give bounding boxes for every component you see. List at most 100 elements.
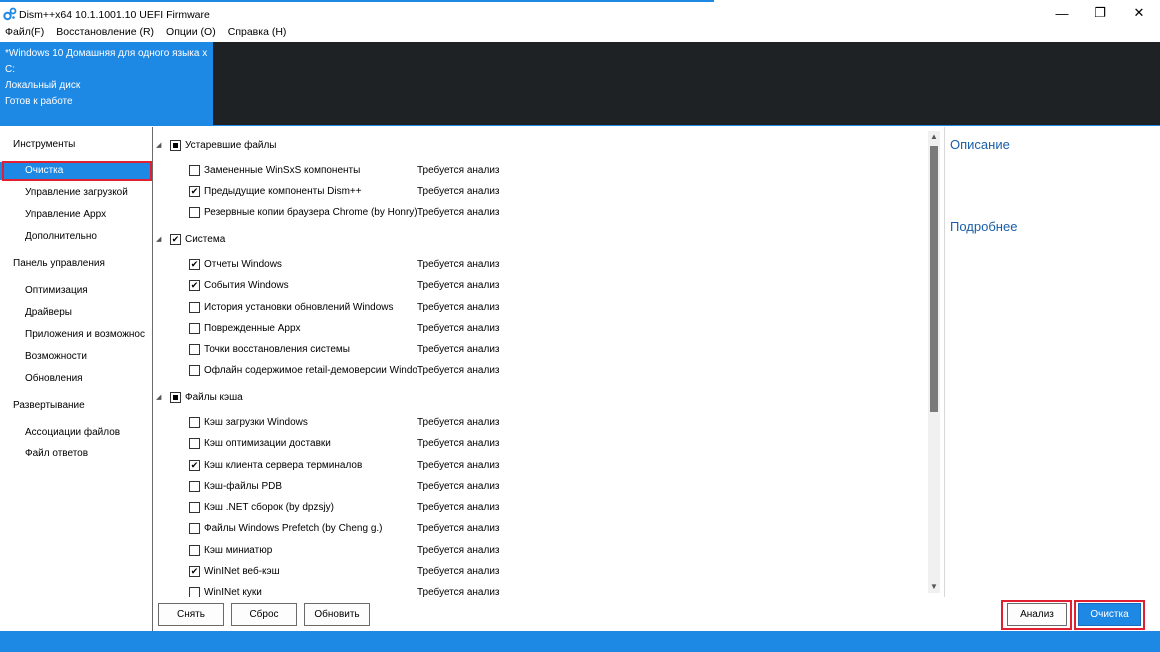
list-item[interactable]: ✔ WinINet веб-кэш Требуется анализ	[189, 563, 527, 579]
list-item[interactable]: ✔ Кэш клиента сервера терминалов Требует…	[189, 457, 527, 473]
item-label: Кэш .NET сборок (by dpzsjy)	[204, 501, 335, 513]
sidebar-item-file-associations[interactable]: Ассоциации файлов	[25, 427, 151, 438]
item-checkbox[interactable]	[189, 301, 200, 313]
session-panel[interactable]: *Windows 10 Домашняя для одного языка x …	[0, 42, 213, 126]
maximize-button[interactable]: ❐	[1078, 0, 1122, 26]
item-checkbox[interactable]: ✔	[189, 565, 200, 577]
item-checkbox[interactable]	[189, 480, 200, 492]
item-status: Требуется анализ	[417, 586, 500, 598]
item-label: Кэш оптимизации доставки	[204, 437, 331, 449]
list-item[interactable]: Замененные WinSxS компоненты Требуется а…	[189, 162, 527, 178]
category-label: Система	[185, 233, 226, 245]
uncheck-button[interactable]: Снять	[158, 603, 224, 626]
item-checkbox[interactable]: ✔	[189, 258, 200, 270]
list-item[interactable]: Кэш-файлы PDB Требуется анализ	[189, 478, 527, 494]
item-label: Офлайн содержимое retail-демоверсии Wind…	[204, 364, 417, 376]
item-checkbox[interactable]: ✔	[189, 279, 200, 291]
list-item[interactable]: Кэш .NET сборок (by dpzsjy) Требуется ан…	[189, 499, 527, 515]
item-checkbox[interactable]	[189, 343, 200, 355]
highlight-analyze-button	[1001, 600, 1072, 630]
panel-divider	[0, 125, 1160, 126]
expand-arrow-icon[interactable]: ◢	[156, 141, 164, 149]
session-status: Готов к работе	[5, 96, 73, 107]
item-status: Требуется анализ	[417, 416, 500, 428]
scroll-down-icon[interactable]: ▼	[928, 581, 940, 593]
scroll-up-icon[interactable]: ▲	[928, 131, 940, 143]
category-checkbox[interactable]	[170, 391, 181, 403]
sidebar-item-apps[interactable]: Приложения и возможнос	[25, 329, 151, 340]
list-item[interactable]: ✔ Отчеты Windows Требуется анализ	[189, 256, 527, 272]
highlight-cleanup-item	[2, 161, 152, 181]
item-label: Замененные WinSxS компоненты	[204, 164, 361, 176]
list-item[interactable]: Точки восстановления системы Требуется а…	[189, 341, 527, 357]
list-item[interactable]: Файлы Windows Prefetch (by Cheng g.) Тре…	[189, 520, 527, 536]
list-item[interactable]: Резервные копии браузера Chrome (by Honr…	[189, 204, 527, 220]
item-label: WinINet веб-кэш	[204, 565, 280, 577]
list-item[interactable]: Кэш миниатюр Требуется анализ	[189, 542, 527, 558]
item-status: Требуется анализ	[417, 258, 500, 270]
reset-button[interactable]: Сброс	[231, 603, 297, 626]
session-empty-area	[213, 42, 1160, 126]
item-label: События Windows	[204, 279, 289, 291]
category-cache-files[interactable]: ◢ Файлы кэша	[153, 389, 243, 405]
item-checkbox[interactable]	[189, 586, 200, 597]
item-label: Файлы Windows Prefetch (by Cheng g.)	[204, 522, 383, 534]
sidebar-item-drivers[interactable]: Драйверы	[25, 307, 151, 318]
item-status: Требуется анализ	[417, 459, 500, 471]
item-checkbox[interactable]: ✔	[189, 185, 200, 197]
item-checkbox[interactable]	[189, 544, 200, 556]
sidebar-item-updates[interactable]: Обновления	[25, 373, 151, 384]
item-label: Резервные копии браузера Chrome (by Honr…	[204, 206, 417, 218]
sidebar-item-appx[interactable]: Управление Appx	[25, 209, 151, 220]
list-item[interactable]: ✔ Предыдущие компоненты Dism++ Требуется…	[189, 183, 527, 199]
list-item[interactable]: WinINet куки Требуется анализ	[189, 584, 527, 597]
category-obsolete-files[interactable]: ◢ Устаревшие файлы	[153, 137, 277, 153]
category-system[interactable]: ◢ ✔ Система	[153, 231, 225, 247]
close-button[interactable]: ✕	[1117, 0, 1160, 26]
item-label: Кэш миниатюр	[204, 544, 273, 556]
expand-arrow-icon[interactable]: ◢	[156, 393, 164, 401]
item-status: Требуется анализ	[417, 206, 500, 218]
menu-help[interactable]: Справка (H)	[222, 26, 293, 41]
item-checkbox[interactable]	[189, 364, 200, 376]
item-checkbox[interactable]	[189, 522, 200, 534]
sidebar-item-features[interactable]: Возможности	[25, 351, 151, 362]
description-title: Описание	[950, 137, 1010, 152]
title-accent-line	[0, 0, 714, 2]
item-status: Требуется анализ	[417, 522, 500, 534]
item-label: История установки обновлений Windows	[204, 301, 394, 313]
list-item[interactable]: Кэш загрузки Windows Требуется анализ	[189, 414, 527, 430]
session-disk: Локальный диск	[5, 80, 81, 91]
refresh-button[interactable]: Обновить	[304, 603, 370, 626]
list-item[interactable]: Офлайн содержимое retail-демоверсии Wind…	[189, 362, 527, 378]
list-item[interactable]: ✔ События Windows Требуется анализ	[189, 277, 527, 293]
item-checkbox[interactable]	[189, 501, 200, 513]
menu-file[interactable]: Файл(F)	[0, 26, 50, 41]
sidebar-item-optimization[interactable]: Оптимизация	[25, 285, 151, 296]
sidebar-item-answer-file[interactable]: Файл ответов	[25, 448, 151, 459]
menu-recovery[interactable]: Восстановление (R)	[50, 26, 160, 41]
item-checkbox[interactable]	[189, 164, 200, 176]
category-checkbox[interactable]: ✔	[170, 233, 181, 245]
item-label: Поврежденные Appx	[204, 322, 301, 334]
expand-arrow-icon[interactable]: ◢	[156, 235, 164, 243]
item-checkbox[interactable]: ✔	[189, 459, 200, 471]
item-checkbox[interactable]	[189, 206, 200, 218]
sidebar-group-control-panel: Панель управления	[13, 258, 105, 269]
sidebar-item-boot[interactable]: Управление загрузкой	[25, 187, 151, 198]
list-item[interactable]: Поврежденные Appx Требуется анализ	[189, 320, 527, 336]
session-drive: C:	[5, 64, 15, 75]
sidebar-item-advanced[interactable]: Дополнительно	[25, 231, 151, 242]
category-checkbox[interactable]	[170, 139, 181, 151]
scrollbar-thumb[interactable]	[930, 146, 938, 412]
item-checkbox[interactable]	[189, 322, 200, 334]
list-item[interactable]: Кэш оптимизации доставки Требуется анали…	[189, 435, 527, 451]
item-checkbox[interactable]	[189, 416, 200, 428]
details-link[interactable]: Подробнее	[950, 219, 1017, 234]
item-status: Требуется анализ	[417, 279, 500, 291]
menu-options[interactable]: Опции (O)	[160, 26, 222, 41]
list-item[interactable]: История установки обновлений Windows Тре…	[189, 299, 527, 315]
sidebar-group-deployment: Развертывание	[13, 400, 85, 411]
item-label: Кэш-файлы PDB	[204, 480, 283, 492]
item-checkbox[interactable]	[189, 437, 200, 449]
